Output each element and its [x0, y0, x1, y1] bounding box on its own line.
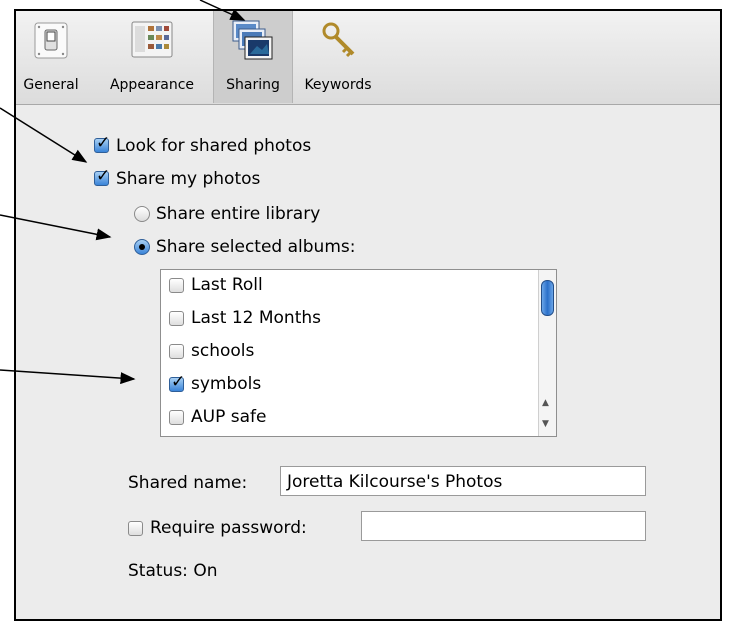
arrow-to-sharing-tab	[199, 0, 246, 21]
arrow-to-share-selected	[0, 214, 112, 241]
annotation-arrows	[0, 0, 246, 385]
arrow-to-symbols-album	[0, 369, 136, 385]
arrow-to-share-checkboxes	[0, 107, 88, 163]
